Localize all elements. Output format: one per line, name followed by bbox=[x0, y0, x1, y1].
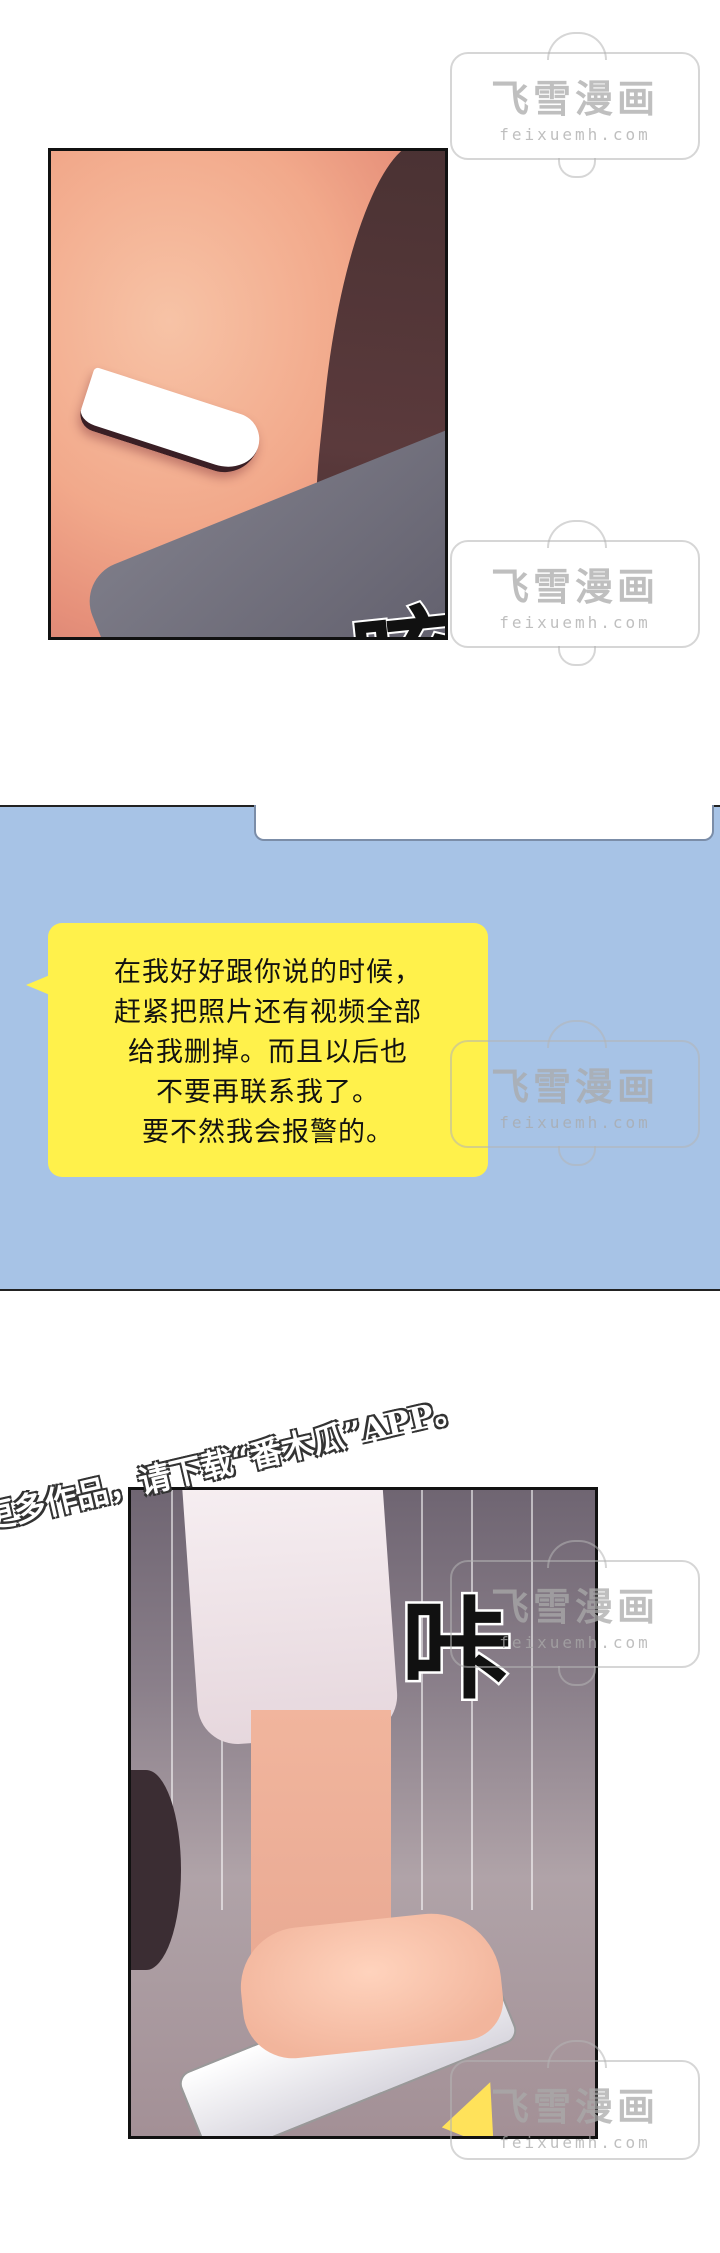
watermark-ornament-icon bbox=[558, 646, 596, 666]
watermark-title: 飞雪漫画 bbox=[490, 1065, 659, 1109]
watermark-ornament-icon bbox=[547, 520, 607, 548]
speed-line bbox=[531, 1490, 533, 1910]
message-line: 要不然我会报警的。 bbox=[142, 1117, 394, 1148]
message-line: 给我删掉。而且以后也 bbox=[128, 1037, 408, 1068]
watermark-title: 飞雪漫画 bbox=[490, 2085, 659, 2129]
watermark-title: 飞雪漫画 bbox=[490, 77, 659, 121]
closed-eye-illustration bbox=[75, 366, 267, 482]
message-line: 不要再联系我了。 bbox=[156, 1077, 380, 1108]
watermark-logo: 飞雪漫画 feixuemh.com bbox=[450, 520, 700, 666]
watermark-logo: 飞雪漫画 feixuemh.com bbox=[450, 2040, 700, 2160]
watermark-logo: 飞雪漫画 feixuemh.com bbox=[450, 32, 700, 178]
watermark-logo: 飞雪漫画 feixuemh.com bbox=[450, 1540, 700, 1686]
watermark-domain: feixuemh.com bbox=[499, 2133, 651, 2152]
watermark-domain: feixuemh.com bbox=[499, 125, 651, 144]
watermark-ornament-icon bbox=[547, 32, 607, 60]
message-bubble: 在我好好跟你说的时候， 赶紧把照片还有视频全部 给我删掉。而且以后也 不要再联系… bbox=[26, 923, 488, 1177]
message-line: 赶紧把照片还有视频全部 bbox=[114, 997, 422, 1028]
watermark-domain: feixuemh.com bbox=[499, 1113, 651, 1132]
watermark-ornament-icon bbox=[558, 158, 596, 178]
comic-panel-cough: 咳 bbox=[48, 148, 448, 640]
watermark-logo: 飞雪漫画 feixuemh.com bbox=[450, 1020, 700, 1166]
message-line: 在我好好跟你说的时候， bbox=[114, 957, 422, 988]
watermark-domain: feixuemh.com bbox=[499, 613, 651, 632]
watermark-title: 飞雪漫画 bbox=[490, 1585, 659, 1629]
watermark-title: 飞雪漫画 bbox=[490, 565, 659, 609]
sound-effect-cough: 咳 bbox=[343, 566, 445, 637]
previous-message-bubble bbox=[254, 805, 714, 841]
watermark-domain: feixuemh.com bbox=[499, 1633, 651, 1652]
hair-illustration bbox=[131, 1770, 181, 1970]
